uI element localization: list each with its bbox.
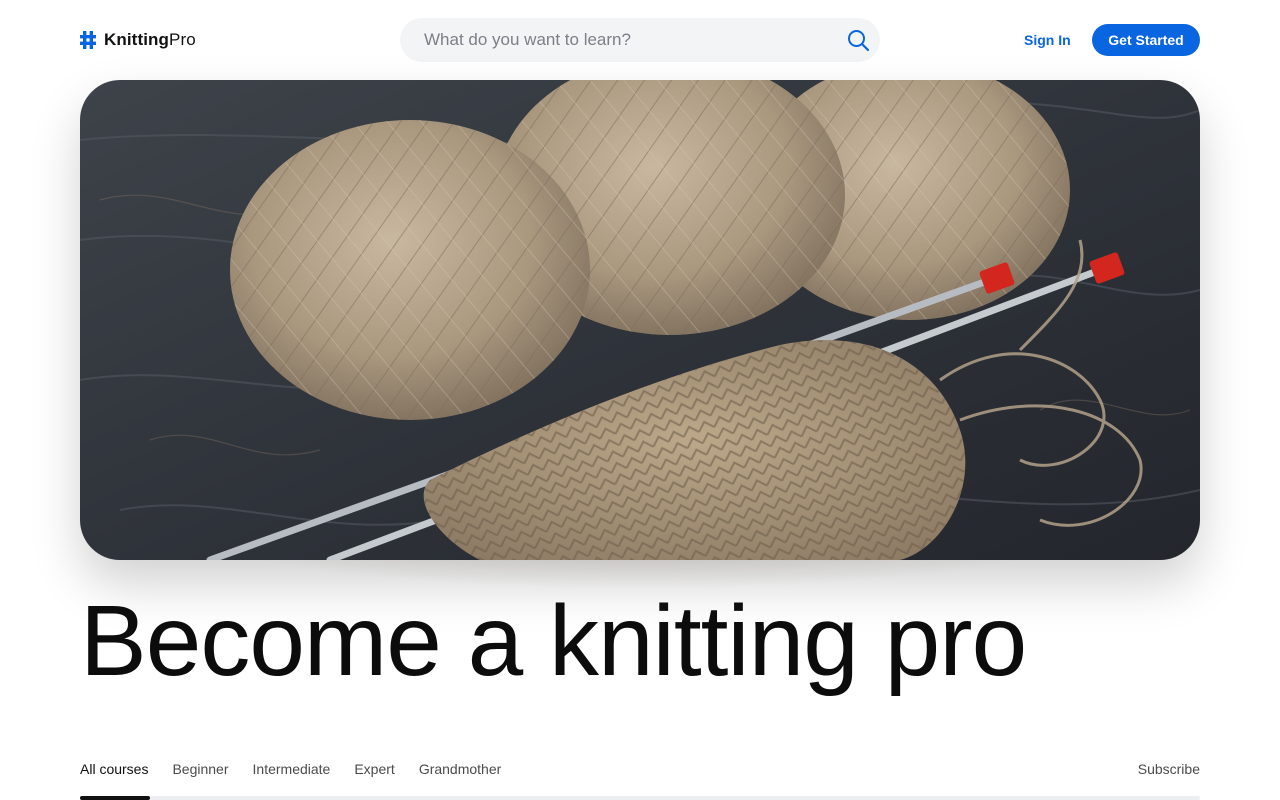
hash-icon — [80, 31, 96, 49]
tab-beginner[interactable]: Beginner — [172, 758, 228, 780]
search-input[interactable] — [424, 18, 824, 62]
brand-name-bold: Knitting — [104, 30, 169, 49]
yarn-photo — [80, 80, 1200, 560]
course-level-tabs: All courses Beginner Intermediate Expert… — [80, 758, 501, 780]
tab-intermediate[interactable]: Intermediate — [253, 758, 331, 780]
brand-name-light: Pro — [169, 30, 196, 49]
tab-grandmother[interactable]: Grandmother — [419, 758, 501, 780]
hero-image — [80, 80, 1200, 560]
brand-logo[interactable]: KnittingPro — [80, 29, 196, 51]
subscribe-link[interactable]: Subscribe — [1138, 758, 1200, 780]
sign-in-link[interactable]: Sign In — [1024, 30, 1071, 50]
search-button[interactable] — [846, 28, 870, 52]
search-bar — [400, 18, 880, 62]
site-header: KnittingPro Sign In Get Started — [0, 0, 1280, 80]
search-icon — [848, 30, 870, 52]
active-tab-indicator — [80, 796, 150, 800]
brand-name: KnittingPro — [104, 30, 196, 50]
tab-track — [80, 796, 1200, 800]
page-headline: Become a knitting pro — [80, 585, 1027, 697]
tab-expert[interactable]: Expert — [354, 758, 394, 780]
get-started-button[interactable]: Get Started — [1092, 24, 1200, 56]
tab-all-courses[interactable]: All courses — [80, 758, 148, 780]
